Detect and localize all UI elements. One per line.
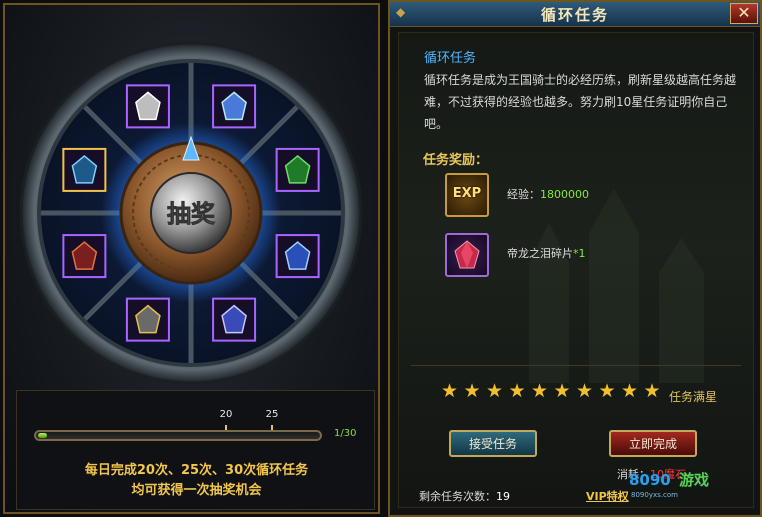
remaining-label: 剩余任务次数： <box>419 490 496 503</box>
wheel-slot-clover <box>275 147 320 192</box>
divider <box>411 365 741 366</box>
mission-window: ◆ 循环任务 ✕ 循环任务 循环任务是成为王国骑士的必经历练，刷新星级越高任务越… <box>388 0 762 517</box>
star-icon: ★ <box>441 380 459 402</box>
lottery-progress-area: 20 25 1/30 每日完成20次、25次、30次循环任务 均可获得一次抽奖机… <box>16 390 375 510</box>
window-title: 循环任务 <box>540 6 609 24</box>
wheel-slot-padlock <box>125 297 170 342</box>
mission-description: 循环任务是成为王国骑士的必经历练，刷新星级越高任务越难，不过获得的经验也越多。努… <box>424 73 737 131</box>
remaining-value: 19 <box>496 490 510 503</box>
reward-heading: 任务奖励： <box>423 153 489 168</box>
mission-title: 循环任务 <box>424 51 477 66</box>
close-button[interactable]: ✕ <box>730 3 758 24</box>
star-icon: ★ <box>508 380 526 402</box>
lottery-tip-line1: 每日完成20次、25次、30次循环任务 <box>84 463 309 478</box>
star-icon: ★ <box>643 380 661 402</box>
reward-exp: 经验：1800000 <box>507 186 589 202</box>
exp-icon[interactable]: EXP <box>445 173 489 217</box>
vip-privilege-link[interactable]: VIP特权 <box>586 488 629 504</box>
progress-bar <box>34 430 322 441</box>
spin-label: 抽奖 <box>167 200 216 228</box>
lottery-wheel: 抽奖 <box>19 41 363 385</box>
star-icon: ★ <box>486 380 504 402</box>
fragment-gem-icon <box>454 240 480 269</box>
wheel-slot-gift-bag <box>62 234 107 279</box>
exp-icon-text: EXP <box>452 186 482 201</box>
accept-mission-button[interactable]: 接受任务 <box>449 430 537 457</box>
wheel-slot-gift-box <box>62 147 107 192</box>
lottery-panel: 抽奖 20 25 1/30 每日完成20次、25次、30次循环任务 均可获得一次… <box>3 3 380 514</box>
reward-fragment-label: 帝龙之泪碎片 <box>507 247 573 260</box>
castle-background-image <box>529 188 704 383</box>
wheel-slot-blue-gem <box>275 234 320 279</box>
reward-exp-label: 经验： <box>507 188 540 201</box>
mission-content: 循环任务 循环任务是成为王国骑士的必经历练，刷新星级越高任务越难，不过获得的经验… <box>398 32 754 508</box>
watermark-text-right: 游戏 <box>679 471 710 489</box>
progress-marker-25: 25 <box>265 409 279 420</box>
site-watermark-logo: 8090 游戏 8090yxs.com <box>629 463 749 503</box>
lottery-tip-line2: 均可获得一次抽奖机会 <box>131 483 262 498</box>
star-icon: ★ <box>553 380 571 402</box>
star-icon: ★ <box>598 380 616 402</box>
reward-fragment: 帝龙之泪碎片*1 <box>507 245 586 261</box>
window-titlebar[interactable]: ◆ 循环任务 ✕ <box>390 2 760 27</box>
star-icon: ★ <box>621 380 639 402</box>
dragon-tear-fragment-icon[interactable] <box>445 233 489 277</box>
progress-bar-fill <box>38 433 47 438</box>
wheel-slot-diamond <box>125 84 170 129</box>
wheel-slot-opal-gem <box>212 84 257 129</box>
game-screen: 抽奖 20 25 1/30 每日完成20次、25次、30次循环任务 均可获得一次… <box>0 0 762 517</box>
wheel-slot-crystal <box>212 297 257 342</box>
reward-exp-value: 1800000 <box>540 188 589 201</box>
watermark-text-left: 8090 <box>629 471 671 489</box>
reward-fragment-value: *1 <box>573 247 586 260</box>
star-icon: ★ <box>463 380 481 402</box>
remaining-count: 剩余任务次数：19 <box>419 488 510 504</box>
watermark-domain: 8090yxs.com <box>631 491 678 499</box>
complete-now-button[interactable]: 立即完成 <box>609 430 697 457</box>
progress-count: 1/30 <box>334 428 357 439</box>
stars-label: 任务满星 <box>669 390 718 404</box>
progress-marker-20: 20 <box>219 409 233 420</box>
star-icon: ★ <box>531 380 549 402</box>
star-icon: ★ <box>576 380 594 402</box>
